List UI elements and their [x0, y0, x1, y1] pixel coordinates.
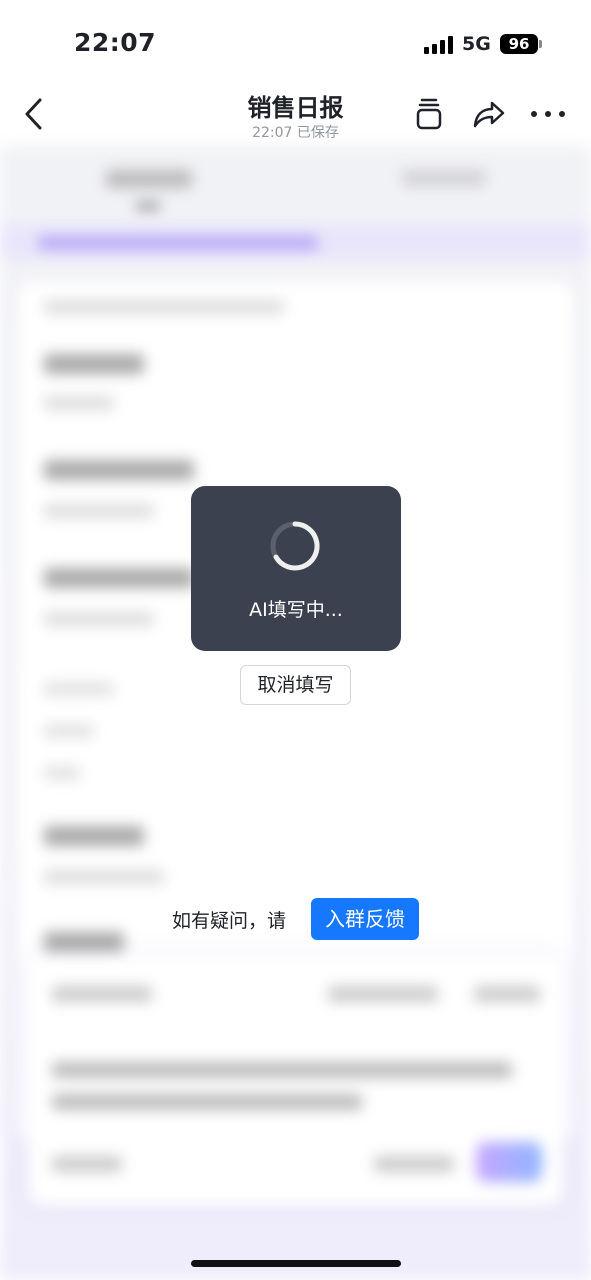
field-value-placeholder — [44, 396, 114, 410]
battery-nub — [539, 40, 542, 48]
tab-underline — [136, 204, 160, 208]
ai-input-panel — [28, 956, 563, 1206]
cancel-fill-button[interactable]: 取消填写 — [240, 665, 351, 705]
field-label-placeholder — [44, 460, 194, 480]
panel-placeholder — [52, 1156, 122, 1172]
nav-bar: 销售日报 22:07 已保存 — [0, 80, 591, 146]
ai-banner-placeholder — [38, 236, 318, 250]
battery-icon: 96 — [500, 34, 538, 54]
tab-active-placeholder — [106, 170, 192, 188]
status-bar: 22:07 5G 96 — [0, 0, 591, 80]
field-value-placeholder — [44, 870, 164, 884]
tab-placeholder — [402, 170, 486, 186]
share-button[interactable] — [468, 94, 508, 134]
field-label-placeholder — [44, 826, 144, 846]
join-group-feedback-button[interactable]: 入群反馈 — [311, 898, 419, 940]
share-icon — [473, 101, 505, 128]
field-label-placeholder — [44, 354, 144, 374]
option-placeholder — [44, 766, 80, 780]
option-placeholder — [44, 682, 114, 696]
panel-placeholder — [328, 986, 438, 1002]
panel-placeholder — [52, 1094, 362, 1110]
spinner-icon — [270, 521, 320, 571]
field-label-placeholder — [44, 932, 124, 952]
home-indicator[interactable] — [191, 1260, 401, 1267]
signal-icon — [424, 36, 454, 54]
panel-placeholder — [52, 986, 152, 1002]
field-value-placeholder — [44, 612, 154, 626]
field-label-placeholder — [44, 568, 194, 588]
blurred-form-background — [0, 146, 591, 1280]
send-button-placeholder — [476, 1142, 542, 1182]
tab-bar — [0, 146, 591, 216]
form-hint-placeholder — [44, 300, 284, 314]
copy-button[interactable] — [409, 94, 449, 134]
loading-text: AI填写中... — [249, 599, 343, 621]
panel-placeholder — [474, 986, 540, 1002]
more-button[interactable] — [528, 94, 568, 134]
question-text: 如有疑问，请 — [172, 910, 287, 932]
status-time: 22:07 — [74, 28, 157, 57]
more-icon — [531, 111, 565, 117]
loading-toast: AI填写中... — [191, 486, 401, 651]
panel-placeholder — [374, 1156, 454, 1172]
ai-banner — [0, 224, 591, 260]
copy-icon — [416, 98, 442, 130]
field-value-placeholder — [44, 504, 154, 518]
panel-placeholder — [52, 1062, 512, 1078]
network-type: 5G — [462, 33, 491, 55]
option-placeholder — [44, 724, 94, 738]
